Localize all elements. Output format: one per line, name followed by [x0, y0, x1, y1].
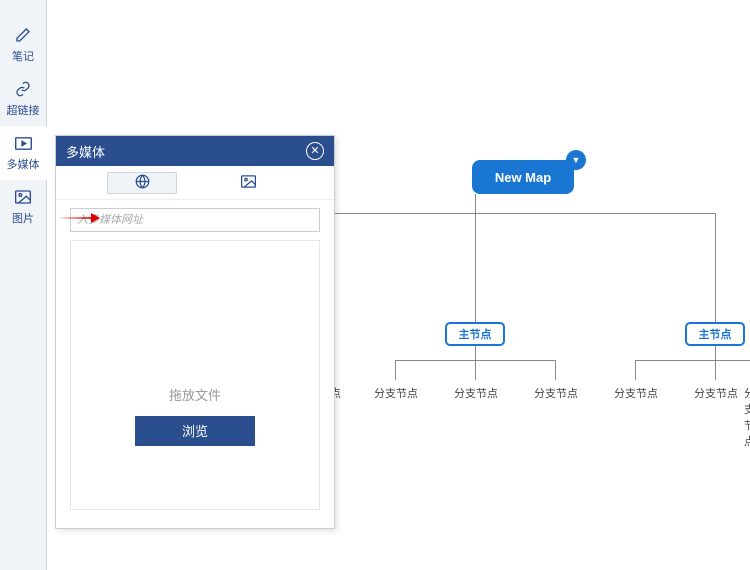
panel-body: 拖放文件 浏览: [56, 200, 334, 528]
expand-handle-icon[interactable]: ▼: [566, 150, 586, 170]
video-icon: [14, 134, 32, 152]
browse-button[interactable]: 浏览: [135, 416, 255, 446]
connector: [715, 360, 716, 380]
main-node-label: 主节点: [459, 326, 492, 342]
panel-title: 多媒体: [66, 142, 105, 161]
main-node[interactable]: 主节点: [445, 322, 505, 346]
root-node[interactable]: New Map ▼: [472, 160, 574, 194]
tab-url[interactable]: [107, 172, 177, 194]
close-icon[interactable]: ✕: [306, 142, 324, 160]
connector: [475, 213, 476, 323]
sidebar-item-label: 多媒体: [7, 156, 40, 172]
connector: [715, 346, 716, 360]
connector: [635, 360, 636, 380]
panel-tabs: [56, 166, 334, 200]
root-node-label: New Map: [495, 170, 551, 185]
sidebar-item-label: 超链接: [7, 102, 40, 118]
file-drop-area[interactable]: 拖放文件 浏览: [70, 240, 320, 510]
pencil-icon: [14, 26, 32, 44]
sidebar-item-multimedia[interactable]: 多媒体: [0, 126, 47, 180]
branch-node[interactable]: 分支节点: [374, 385, 418, 401]
connector: [715, 213, 716, 323]
globe-icon: [135, 174, 150, 192]
link-icon: [14, 80, 32, 98]
main-node[interactable]: 主节点: [685, 322, 745, 346]
sidebar-item-note[interactable]: 笔记: [0, 18, 47, 72]
image-icon: [14, 188, 32, 206]
multimedia-panel: 多媒体 ✕ 拖放文件 浏览: [55, 135, 335, 529]
branch-node[interactable]: 分支节点: [744, 385, 750, 449]
connector: [555, 360, 556, 380]
annotation-arrow-icon: [60, 217, 98, 219]
connector: [475, 360, 476, 380]
sidebar-item-label: 图片: [12, 210, 34, 226]
branch-node[interactable]: 分支节点: [454, 385, 498, 401]
sidebar: 笔记 超链接 多媒体 图片: [0, 0, 47, 570]
branch-node[interactable]: 分支节点: [694, 385, 738, 401]
connector: [635, 360, 750, 361]
sidebar-item-hyperlink[interactable]: 超链接: [0, 72, 47, 126]
sidebar-item-label: 笔记: [12, 48, 34, 64]
connector: [395, 360, 396, 380]
sidebar-item-image[interactable]: 图片: [0, 180, 47, 234]
panel-header[interactable]: 多媒体 ✕: [56, 136, 334, 166]
branch-node[interactable]: 分支节点: [534, 385, 578, 401]
drop-label: 拖放文件: [169, 385, 221, 404]
connector: [475, 194, 476, 213]
main-node-label: 主节点: [699, 326, 732, 342]
tab-image[interactable]: [213, 172, 283, 194]
media-url-input[interactable]: [70, 208, 320, 232]
image-icon: [241, 175, 256, 191]
branch-node[interactable]: 分支节点: [614, 385, 658, 401]
connector: [475, 346, 476, 360]
